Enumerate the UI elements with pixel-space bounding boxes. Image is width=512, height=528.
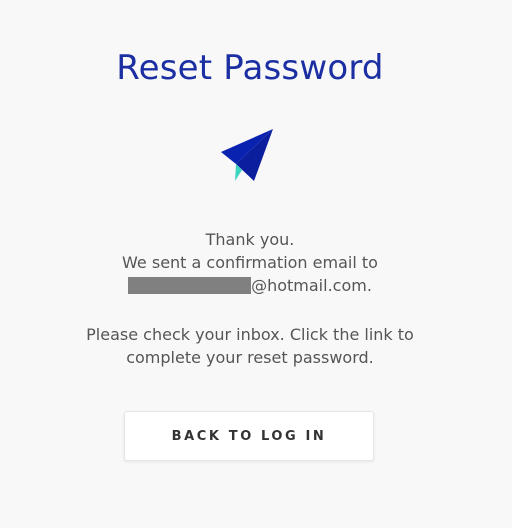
redacted-email-username bbox=[128, 277, 252, 294]
check-inbox-text: Please check your inbox. Click the link … bbox=[86, 325, 414, 367]
page-title: Reset Password bbox=[116, 48, 384, 88]
thank-you-text: Thank you. bbox=[205, 230, 295, 249]
reset-password-page: Reset Password Thank you. We sent a conf… bbox=[0, 0, 512, 528]
confirmation-sent-text: We sent a confirmation email to bbox=[122, 253, 378, 272]
paper-plane-icon bbox=[221, 129, 273, 181]
email-address: @hotmail.com. bbox=[0, 274, 500, 297]
email-domain: @hotmail.com. bbox=[251, 276, 372, 295]
back-to-login-button[interactable]: BACK TO LOG IN bbox=[124, 411, 374, 461]
